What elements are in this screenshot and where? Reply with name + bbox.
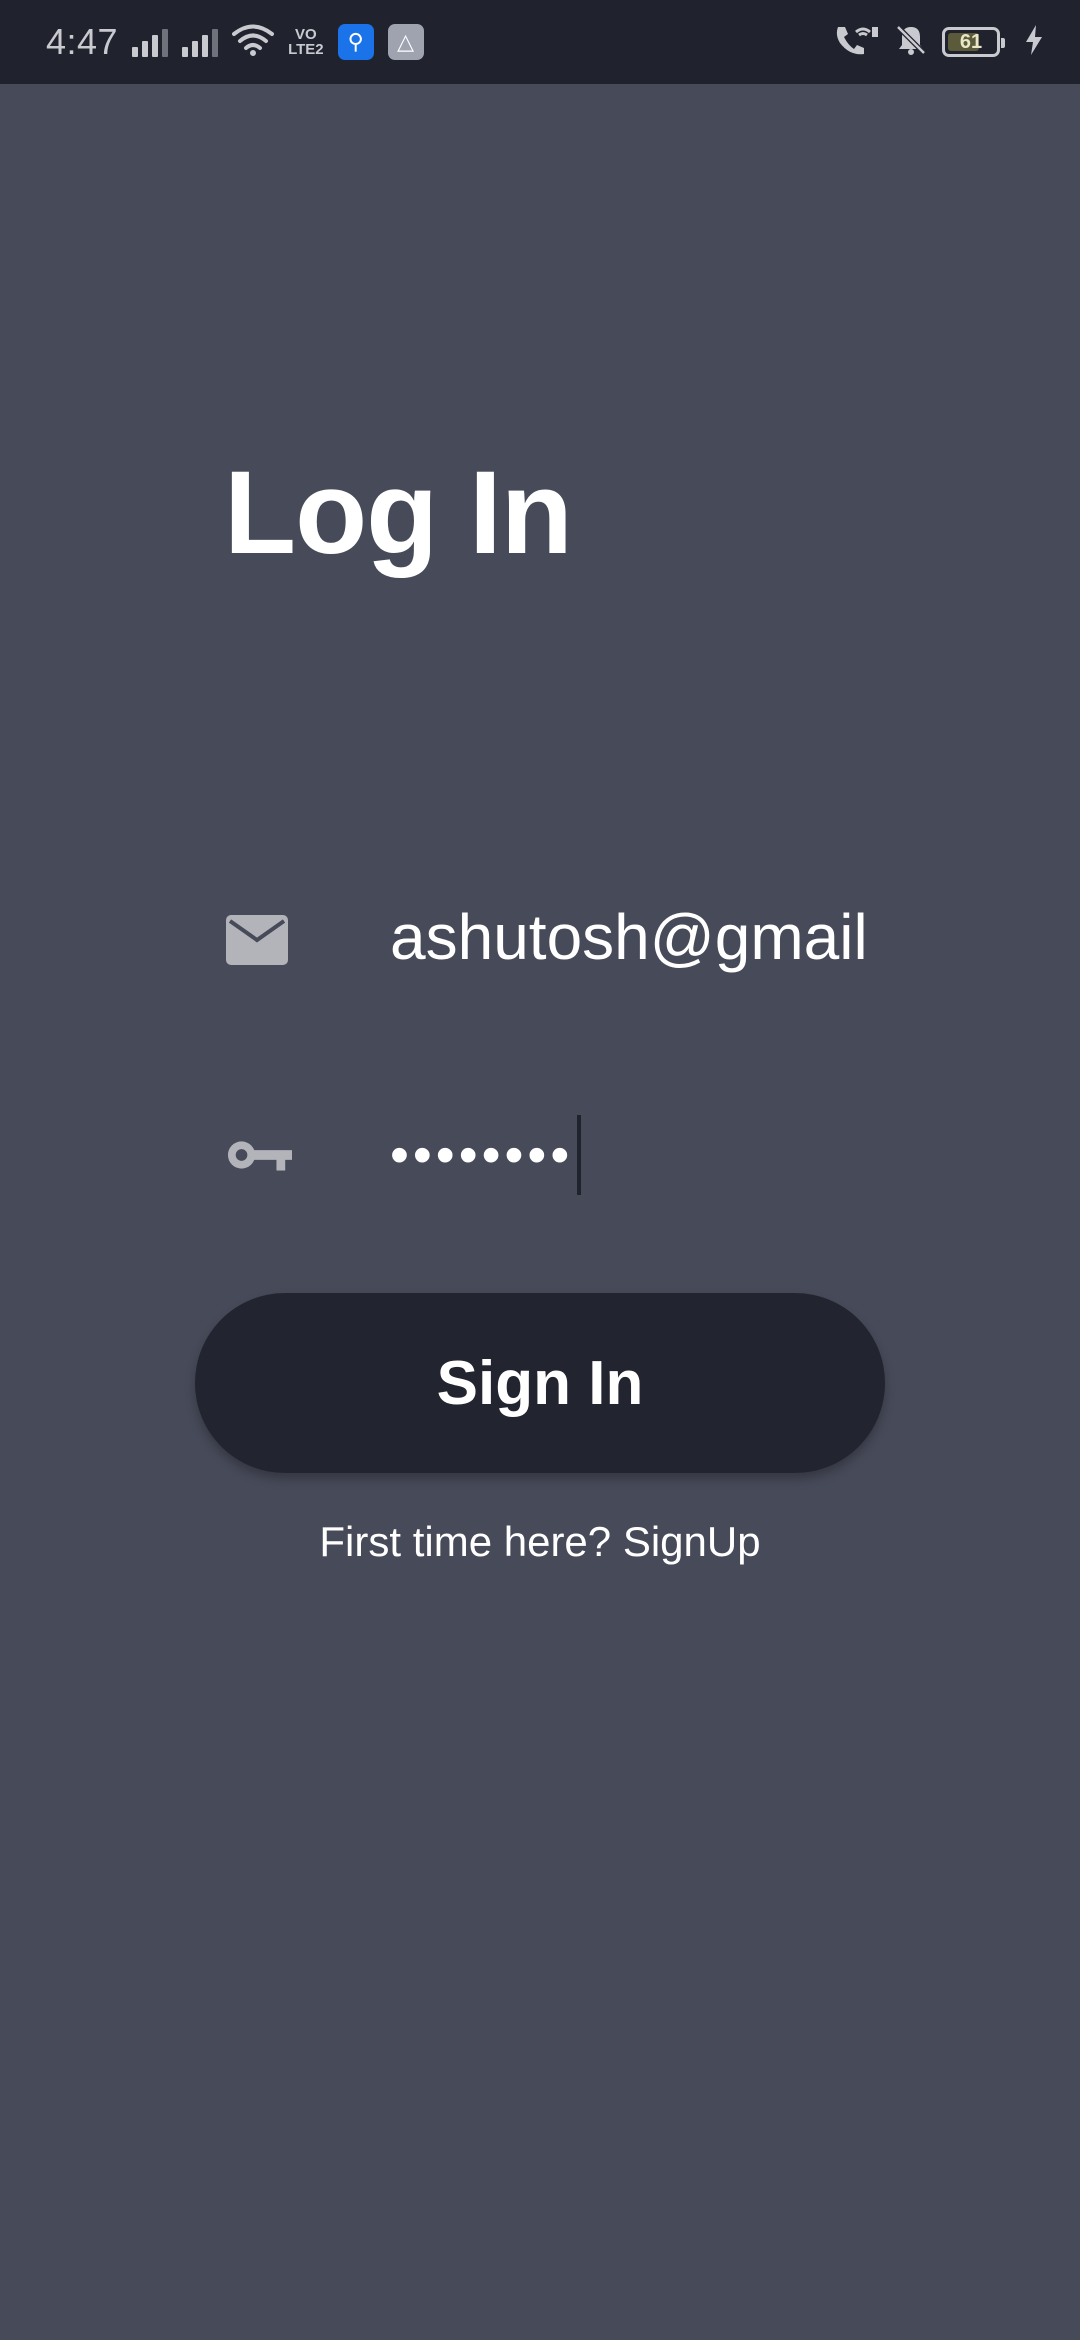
key-icon [226, 1135, 292, 1175]
mail-icon [226, 915, 292, 965]
email-row: ashutosh@gmail [226, 900, 920, 980]
status-bar-left: 4:47 VO LTE2 ⚲ △ [46, 21, 424, 63]
email-field[interactable]: ashutosh@gmail [390, 900, 920, 980]
volte-icon: VO LTE2 [288, 26, 324, 58]
signal-icon [182, 27, 219, 57]
password-row: •••••••• [226, 1110, 920, 1200]
status-bar-right: 61 [832, 23, 1044, 62]
battery-level: 61 [959, 30, 983, 53]
wifi-icon [232, 23, 275, 62]
usb-icon: ⚲ [337, 24, 374, 60]
sign-in-button[interactable]: Sign In [195, 1293, 885, 1473]
mute-icon [894, 23, 928, 62]
status-bar: 4:47 VO LTE2 ⚲ △ 61 [0, 0, 1080, 84]
page-title: Log In [224, 447, 573, 579]
charging-icon [1024, 24, 1044, 60]
password-field[interactable]: •••••••• [390, 1115, 920, 1195]
signup-link[interactable]: First time here? SignUp [0, 1518, 1080, 1566]
signal-icon [132, 27, 169, 57]
password-mask: •••••••• [390, 1125, 574, 1185]
clock: 4:47 [46, 21, 119, 62]
wifi-call-icon [832, 23, 880, 62]
battery-icon: 61 [942, 27, 1005, 57]
app-icon: △ [387, 24, 424, 60]
text-cursor [577, 1115, 582, 1195]
